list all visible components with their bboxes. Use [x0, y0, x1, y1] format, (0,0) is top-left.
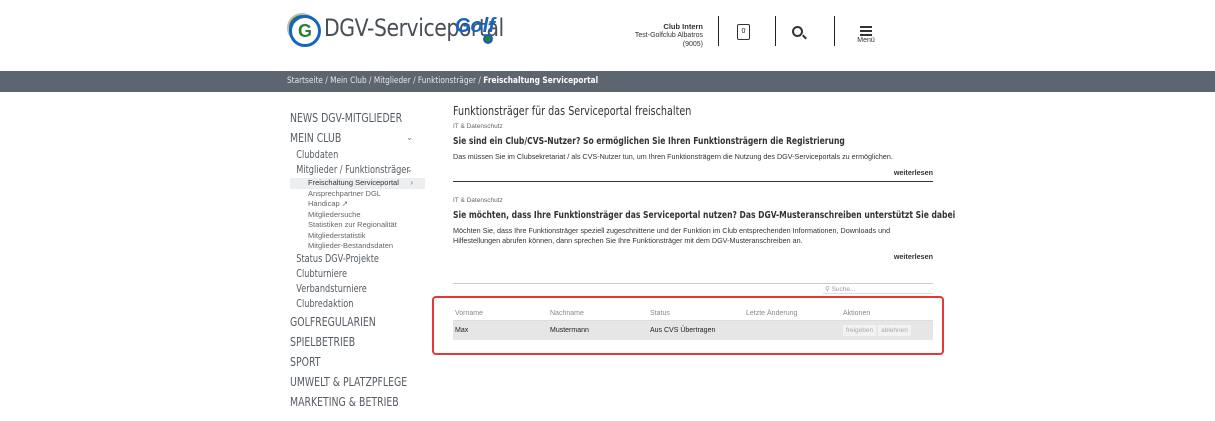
breadcrumb-item[interactable]: Funktionsträger — [418, 76, 476, 86]
table-header-row: Vorname Nachname Status Letzte Änderung … — [453, 308, 933, 321]
menu-label: Menü — [857, 37, 875, 44]
dgv-logo-icon — [287, 13, 321, 47]
article-heading[interactable]: Sie sind ein Club/CVS-Nutzer? So ermögli… — [453, 136, 845, 147]
sidebar-item-golfregularien[interactable]: GOLFREGULARIEN — [290, 312, 395, 332]
club-intern-info[interactable]: Club Intern Test-Golfclub Albatros (9005… — [563, 22, 703, 49]
club-id: (9005) — [682, 41, 703, 48]
sidebar-item-marketing[interactable]: MARKETING & BETRIEB — [290, 392, 399, 412]
category-tag: IT & Datenschutz — [453, 123, 503, 130]
divider — [453, 181, 933, 182]
article-text: Das müssen Sie im Clubsekretariat / als … — [453, 152, 893, 161]
article-text: Möchten Sie, dass Ihre Funktionsträger s… — [453, 226, 891, 245]
sidebar-item-statistiken[interactable]: Statistiken zur Regionalität — [290, 220, 425, 231]
sidebar-item-status-projekte[interactable]: Status DGV-Projekte — [290, 252, 395, 267]
search-icon[interactable] — [792, 26, 803, 37]
golf-ball-icon — [483, 34, 493, 44]
column-header[interactable]: Status — [648, 308, 744, 321]
sidebar-item-clubturniere[interactable]: Clubturniere — [290, 267, 395, 282]
chevron-down-icon[interactable]: ⌄ — [406, 165, 413, 174]
breadcrumb: Startseite / Mein Club / Mitglieder / Fu… — [287, 76, 598, 86]
sidebar-item-handicap[interactable]: Handicap ↗ — [290, 199, 425, 210]
sidebar-item-mitgliederstatistik[interactable]: Mitgliederstatistik — [290, 231, 425, 242]
sidebar-item-bestandsdaten[interactable]: Mitglieder-Bestandsdaten — [290, 241, 425, 252]
sidebar-item-clubdaten[interactable]: Clubdaten — [290, 148, 395, 163]
reject-button[interactable]: ablehnen — [878, 324, 911, 336]
sidebar-item-freischaltung[interactable]: Freischaltung Serviceportal — [290, 178, 425, 189]
read-more-link[interactable]: weiterlesen — [453, 252, 933, 261]
approve-button[interactable]: freigeben — [843, 324, 877, 336]
chevron-right-icon: › — [410, 178, 413, 187]
sidebar-item-clubredaktion[interactable]: Clubredaktion — [290, 297, 395, 312]
page-title: Funktionsträger für das Serviceportal fr… — [453, 104, 692, 118]
site-header: DGV-Serviceportal Golf Club Intern Test-… — [0, 0, 1215, 64]
chevron-down-icon[interactable]: ⌄ — [406, 133, 413, 142]
column-header[interactable]: Vorname — [453, 308, 548, 321]
external-link-icon: ↗ — [341, 199, 349, 208]
table-search-row: ⚲ Suche... — [453, 283, 933, 294]
breadcrumb-separator: / — [410, 76, 418, 86]
search-input[interactable]: ⚲ Suche... — [823, 285, 933, 294]
club-intern-title: Club Intern — [663, 22, 703, 31]
column-header: Aktionen — [841, 308, 933, 321]
club-name: Test-Golfclub Albatros — [634, 32, 703, 39]
breadcrumb-item[interactable]: Mitglieder — [374, 76, 411, 86]
breadcrumb-separator: / — [322, 76, 331, 86]
table-row: Max Mustermann Aus CVS Übertragen freige… — [453, 320, 933, 340]
sidebar-item-news[interactable]: NEWS DGV-MITGLIEDER — [290, 108, 402, 128]
cell-status: Aus CVS Übertragen — [648, 320, 744, 340]
breadcrumb-separator: / — [366, 76, 374, 86]
sidebar-item-spielbetrieb[interactable]: SPIELBETRIEB — [290, 332, 395, 352]
divider — [775, 16, 776, 46]
divider — [834, 16, 835, 46]
cell-letzte-aenderung — [744, 320, 841, 340]
sidebar-item-mein-club[interactable]: MEIN CLUB — [290, 128, 395, 148]
search-icon: ⚲ — [825, 286, 830, 293]
menu-button[interactable]: Menü — [855, 26, 877, 44]
sidebar-item-mitgliedersuche[interactable]: Mitgliedersuche — [290, 210, 425, 221]
divider — [718, 16, 719, 46]
funktionstraeger-table: Vorname Nachname Status Letzte Änderung … — [453, 308, 933, 340]
sidebar: NEWS DGV-MITGLIEDER MEIN CLUB ⌄ Clubdate… — [290, 108, 425, 412]
read-more-link[interactable]: weiterlesen — [453, 168, 933, 177]
sidebar-item-verbandsturniere[interactable]: Verbandsturniere — [290, 282, 395, 297]
article-heading[interactable]: Sie möchten, dass Ihre Funktionsträger d… — [453, 210, 955, 221]
main-content: Funktionsträger für das Serviceportal fr… — [453, 104, 955, 261]
article-teaser: IT & Datenschutz Sie sind ein Club/CVS-N… — [453, 123, 933, 182]
breadcrumb-bar: Startseite / Mein Club / Mitglieder / Fu… — [0, 71, 1215, 92]
dgv-logo[interactable]: DGV-Serviceportal — [287, 13, 536, 47]
cell-nachname: Mustermann — [548, 320, 648, 340]
sidebar-item-sport[interactable]: SPORT — [290, 352, 395, 372]
sidebar-item-mitglieder[interactable]: Mitglieder / Funktionsträger — [290, 163, 409, 178]
document-icon[interactable]: 0 — [737, 24, 750, 40]
sidebar-item-label: Handicap — [308, 199, 340, 208]
menu-icon — [860, 26, 872, 36]
sidebar-item-ansprechpartner[interactable]: Ansprechpartner DGL — [290, 189, 425, 200]
search-placeholder: Suche... — [831, 286, 856, 293]
article-teaser: IT & Datenschutz Sie möchten, dass Ihre … — [453, 197, 955, 261]
breadcrumb-item[interactable]: Mein Club — [330, 76, 367, 86]
breadcrumb-current: Freischaltung Serviceportal — [483, 76, 599, 86]
breadcrumb-item[interactable]: Startseite — [287, 76, 323, 86]
cell-vorname: Max — [453, 320, 548, 340]
category-tag: IT & Datenschutz — [453, 197, 503, 204]
cell-aktionen: freigeben ablehnen — [841, 320, 933, 340]
column-header[interactable]: Letzte Änderung — [744, 308, 841, 321]
column-header[interactable]: Nachname — [548, 308, 648, 321]
sidebar-item-umwelt[interactable]: UMWELT & PLATZPFLEGE — [290, 372, 407, 392]
